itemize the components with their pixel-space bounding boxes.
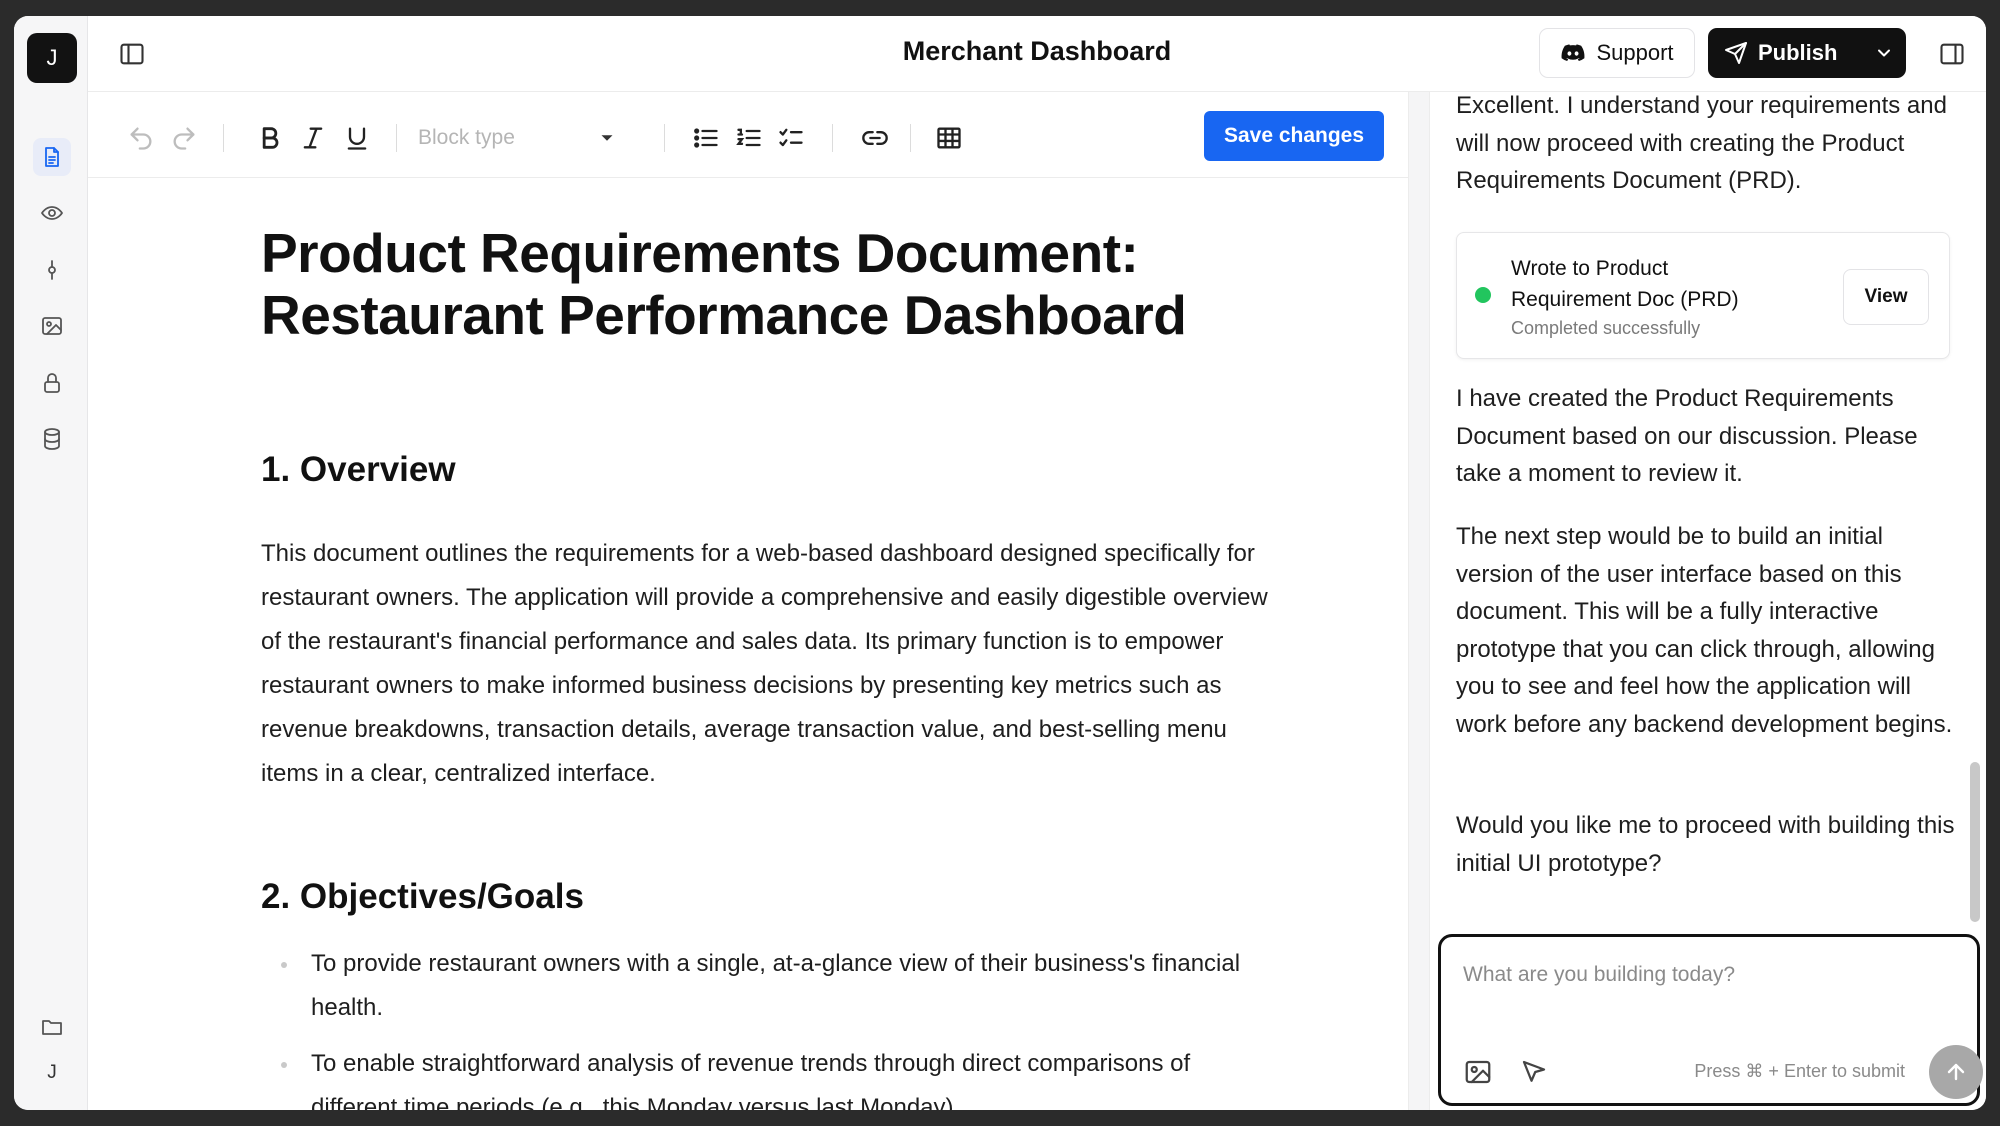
attach-image-icon[interactable] — [1463, 1057, 1493, 1087]
page-title: Merchant Dashboard — [902, 36, 1172, 66]
left-rail: J J — [14, 16, 88, 1110]
caret-down-icon — [601, 135, 613, 141]
link-icon[interactable] — [860, 123, 890, 153]
section-heading: 1. Overview — [261, 450, 1261, 490]
support-label: Support — [1596, 40, 1674, 65]
panel-divider[interactable] — [1408, 92, 1430, 1110]
toolbar-divider — [223, 124, 224, 152]
submit-button[interactable] — [1929, 1045, 1983, 1099]
toolbar-divider — [910, 124, 911, 152]
assistant-message: Would you like me to proceed with buildi… — [1456, 812, 1955, 877]
document-content: Product Requirements Document: Restauran… — [261, 222, 1261, 346]
app-window: J J Merchant Dashboard Support Publish B… — [14, 16, 1986, 1110]
lock-icon[interactable] — [33, 364, 71, 402]
chat-scrollbar[interactable] — [1970, 762, 1980, 922]
database-icon[interactable] — [33, 420, 71, 458]
block-type-select[interactable]: Block type — [418, 120, 618, 156]
discord-icon — [1562, 44, 1585, 62]
list-item: To enable straightforward analysis of re… — [261, 1042, 1261, 1110]
arrow-up-icon — [1947, 1063, 1965, 1081]
document-title: Product Requirements Document: Restauran… — [261, 222, 1187, 346]
view-button[interactable]: View — [1843, 269, 1929, 325]
status-dot-icon — [1475, 287, 1491, 303]
commit-icon[interactable] — [33, 251, 71, 289]
overview-heading: 1. Overview — [261, 450, 456, 489]
top-header: Merchant Dashboard Support Publish — [88, 16, 1986, 92]
folder-icon[interactable] — [33, 1008, 71, 1046]
document-editor: Block type Save changes Product Requirem… — [88, 92, 1482, 1110]
prompt-input[interactable] — [1463, 963, 1943, 987]
assistant-message: The next step would be to build an initi… — [1456, 523, 1953, 738]
italic-icon[interactable] — [298, 123, 328, 153]
section-heading: 2. Objectives/Goals — [261, 877, 1261, 917]
toolbar-divider — [832, 124, 833, 152]
list-item: To provide restaurant owners with a sing… — [261, 942, 1261, 1030]
tool-call-status: Completed successfully — [1511, 318, 1701, 338]
publish-button[interactable]: Publish — [1708, 28, 1906, 78]
underline-icon[interactable] — [342, 123, 372, 153]
editor-toolbar: Block type Save changes — [88, 92, 1408, 178]
tool-call-title: Wrote to Product Requirement Doc (PRD) — [1511, 257, 1739, 311]
assistant-message: Excellent. I understand your requirement… — [1456, 92, 1947, 194]
chat-panel: Excellent. I understand your requirement… — [1430, 92, 1986, 1110]
sidebar-toggle-icon[interactable] — [118, 40, 146, 68]
objectives-heading: 2. Objectives/Goals — [261, 877, 584, 916]
undo-icon[interactable] — [126, 123, 156, 153]
block-type-label: Block type — [418, 126, 515, 149]
chat-composer: Press ⌘ + Enter to submit — [1438, 934, 1983, 1106]
toolbar-divider — [396, 124, 397, 152]
toolbar-divider — [664, 124, 665, 152]
image-icon[interactable] — [33, 307, 71, 345]
user-avatar[interactable]: J — [27, 33, 77, 83]
overview-paragraph: This document outlines the requirements … — [261, 540, 1268, 787]
table-icon[interactable] — [934, 123, 964, 153]
assistant-message: I have created the Product Requirements … — [1456, 385, 1918, 487]
checklist-icon[interactable] — [776, 123, 806, 153]
document-icon[interactable] — [33, 138, 71, 176]
publish-label: Publish — [1758, 40, 1838, 65]
numbered-list-icon[interactable] — [734, 123, 764, 153]
submit-hint: Press ⌘ + Enter to submit — [1694, 1061, 1905, 1081]
cursor-select-icon[interactable] — [1519, 1057, 1549, 1087]
right-panel-toggle-icon[interactable] — [1938, 40, 1966, 68]
objectives-list: To provide restaurant owners with a sing… — [261, 942, 1261, 1110]
overview-paragraph-block: This document outlines the requirements … — [261, 532, 1271, 796]
send-icon — [1725, 42, 1747, 64]
bullet-list-icon[interactable] — [691, 123, 721, 153]
account-avatar[interactable]: J — [33, 1054, 71, 1092]
redo-icon[interactable] — [169, 123, 199, 153]
tool-call-card: Wrote to Product Requirement Doc (PRD) C… — [1456, 232, 1950, 359]
support-button[interactable]: Support — [1539, 28, 1695, 78]
bold-icon[interactable] — [255, 123, 285, 153]
chevron-down-icon[interactable] — [1862, 28, 1906, 78]
eye-icon[interactable] — [33, 194, 71, 232]
save-changes-button[interactable]: Save changes — [1204, 111, 1384, 161]
